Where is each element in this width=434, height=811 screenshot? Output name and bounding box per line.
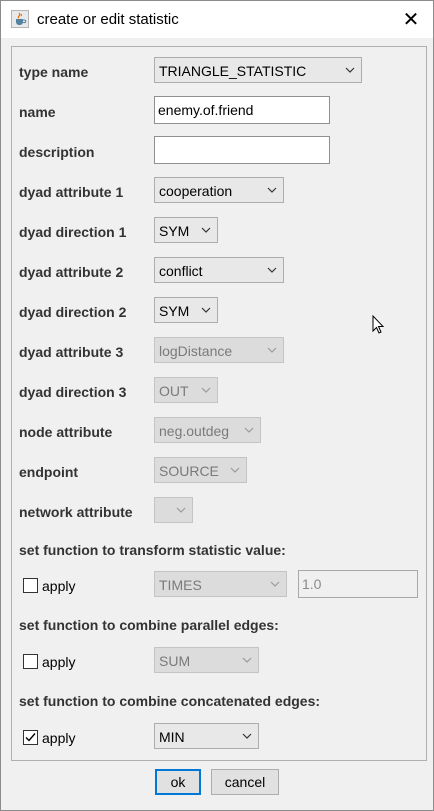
- chevron-down-icon: [267, 347, 277, 353]
- concatenated-apply-checkbox[interactable]: [23, 730, 38, 745]
- transform-function-value: TIMES: [159, 577, 202, 593]
- parallel-function-dropdown: SUM: [154, 647, 259, 673]
- parallel-function-value: SUM: [159, 653, 191, 669]
- window-title: create or edit statistic: [37, 11, 179, 28]
- dyad-direction-1-value: SYM: [159, 223, 190, 239]
- endpoint-dropdown: SOURCE: [154, 457, 247, 483]
- close-button[interactable]: ✕: [389, 1, 433, 38]
- form-panel: type name TRIANGLE_STATISTIC name enemy.…: [11, 46, 427, 761]
- concatenated-function-value: MIN: [159, 729, 185, 745]
- description-label: description: [19, 144, 95, 160]
- chevron-down-icon: [345, 67, 355, 73]
- type-name-value: TRIANGLE_STATISTIC: [159, 63, 307, 79]
- chevron-down-icon: [201, 387, 211, 393]
- cancel-button[interactable]: cancel: [211, 769, 279, 795]
- node-attribute-label: node attribute: [19, 424, 113, 440]
- dyad-attribute-2-label: dyad attribute 2: [19, 264, 124, 280]
- dyad-attribute-1-label: dyad attribute 1: [19, 184, 124, 200]
- type-name-label: type name: [19, 64, 89, 80]
- dyad-direction-3-value: OUT: [159, 383, 189, 399]
- concatenated-function-dropdown[interactable]: MIN: [154, 723, 259, 749]
- name-value: enemy.of.friend: [158, 102, 254, 118]
- description-field[interactable]: [154, 136, 330, 164]
- dialog-window: create or edit statistic ✕ type name TRI…: [0, 0, 434, 811]
- close-icon: ✕: [402, 9, 420, 31]
- chevron-down-icon: [176, 507, 186, 513]
- endpoint-value: SOURCE: [159, 463, 219, 479]
- dyad-attribute-3-label: dyad attribute 3: [19, 344, 124, 360]
- transform-parameter-field: 1.0: [298, 570, 418, 598]
- chevron-down-icon: [270, 581, 280, 587]
- chevron-down-icon: [242, 657, 252, 663]
- transform-function-dropdown: TIMES: [154, 571, 287, 597]
- endpoint-label: endpoint: [19, 464, 79, 480]
- concatenated-apply-label[interactable]: apply: [42, 730, 75, 746]
- type-name-dropdown[interactable]: TRIANGLE_STATISTIC: [154, 57, 362, 83]
- transform-parameter-value: 1.0: [302, 576, 322, 592]
- concatenated-heading: set function to combine concatenated edg…: [19, 693, 321, 709]
- dyad-direction-3-label: dyad direction 3: [19, 384, 127, 400]
- network-attribute-label: network attribute: [19, 504, 133, 520]
- transform-heading: set function to transform statistic valu…: [19, 542, 286, 558]
- dyad-direction-2-dropdown[interactable]: SYM: [154, 297, 218, 323]
- chevron-down-icon: [230, 467, 240, 473]
- java-coffee-cup-icon: [11, 10, 29, 28]
- name-field[interactable]: enemy.of.friend: [154, 96, 330, 124]
- parallel-apply-checkbox[interactable]: [23, 654, 38, 669]
- dyad-attribute-1-value: cooperation: [159, 183, 233, 199]
- chevron-down-icon: [242, 733, 252, 739]
- title-bar[interactable]: create or edit statistic ✕: [1, 1, 433, 38]
- dyad-direction-2-label: dyad direction 2: [19, 304, 127, 320]
- checkmark-icon: [25, 733, 36, 742]
- transform-apply-checkbox[interactable]: [23, 578, 38, 593]
- dyad-attribute-2-dropdown[interactable]: conflict: [154, 257, 284, 283]
- chevron-down-icon: [201, 307, 211, 313]
- dyad-attribute-2-value: conflict: [159, 263, 203, 279]
- parallel-apply-label[interactable]: apply: [42, 654, 75, 670]
- chevron-down-icon: [201, 227, 211, 233]
- network-attribute-dropdown: [154, 497, 193, 523]
- dyad-direction-2-value: SYM: [159, 303, 190, 319]
- transform-apply-label[interactable]: apply: [42, 578, 75, 594]
- chevron-down-icon: [267, 267, 277, 273]
- dyad-direction-1-label: dyad direction 1: [19, 224, 127, 240]
- dyad-attribute-3-value: logDistance: [159, 343, 233, 359]
- chevron-down-icon: [267, 187, 277, 193]
- dyad-direction-3-dropdown: OUT: [154, 377, 218, 403]
- parallel-heading: set function to combine parallel edges:: [19, 617, 279, 633]
- dyad-attribute-1-dropdown[interactable]: cooperation: [154, 177, 284, 203]
- ok-button[interactable]: ok: [155, 769, 201, 795]
- dyad-attribute-3-dropdown: logDistance: [154, 337, 284, 363]
- name-label: name: [19, 104, 56, 120]
- mouse-cursor-icon: [372, 315, 385, 334]
- node-attribute-value: neg.outdeg: [159, 423, 230, 439]
- chevron-down-icon: [244, 427, 254, 433]
- node-attribute-dropdown: neg.outdeg: [154, 417, 261, 443]
- dyad-direction-1-dropdown[interactable]: SYM: [154, 217, 218, 243]
